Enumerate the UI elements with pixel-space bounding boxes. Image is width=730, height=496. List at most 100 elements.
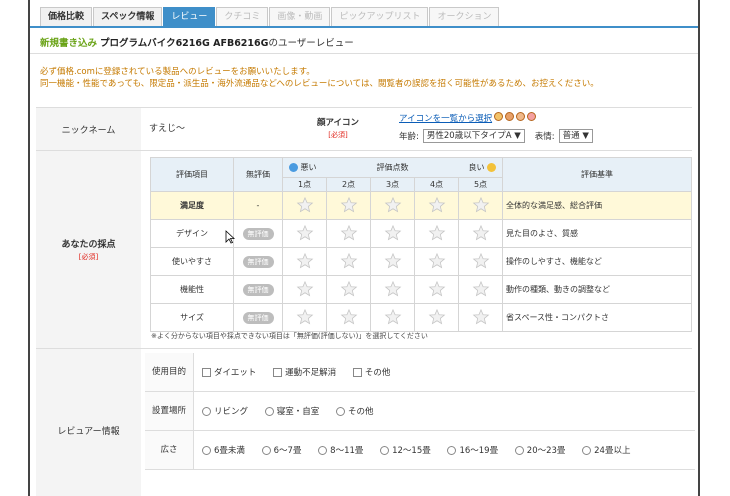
star-icon[interactable] [472, 308, 490, 326]
tab-media[interactable]: 画像・動画 [269, 7, 331, 26]
star-icon[interactable] [428, 196, 446, 214]
radio[interactable] [264, 407, 274, 416]
star-slot[interactable] [282, 275, 327, 304]
star-icon[interactable] [340, 196, 358, 214]
star-icon[interactable] [428, 280, 446, 298]
tab-spec[interactable]: スペック情報 [93, 7, 163, 26]
no-rating-button[interactable]: 無評価 [242, 311, 274, 324]
col-2: 2点 [326, 177, 371, 192]
star-slot[interactable] [458, 247, 503, 276]
star-slot[interactable] [370, 247, 415, 276]
star-slot[interactable] [414, 275, 459, 304]
radio[interactable] [514, 446, 524, 455]
option-size[interactable]: 20〜23畳 [514, 444, 565, 456]
col-3: 3点 [370, 177, 415, 192]
star-slot[interactable] [326, 191, 371, 220]
age-select[interactable]: 男性20歳以下タイプA ▼ [422, 129, 525, 143]
star-icon[interactable] [296, 224, 314, 242]
star-icon[interactable] [340, 252, 358, 270]
no-rating-button[interactable]: 無評価 [242, 283, 274, 296]
option-exercise[interactable]: 運動不足解消 [273, 366, 336, 378]
reviewer-label: レビュアー情報 [36, 349, 141, 496]
select-icon-link[interactable]: アイコンを一覧から選択 [399, 112, 492, 124]
star-slot[interactable] [326, 247, 371, 276]
checkbox[interactable] [202, 368, 211, 377]
star-icon[interactable] [472, 196, 490, 214]
checkbox[interactable] [273, 368, 283, 377]
star-icon[interactable] [384, 280, 402, 298]
star-icon[interactable] [296, 308, 314, 326]
tab-kuchikomi[interactable]: クチコミ [216, 7, 269, 26]
star-icon[interactable] [340, 224, 358, 242]
radio[interactable] [261, 446, 271, 455]
star-icon[interactable] [296, 196, 314, 214]
radio[interactable] [335, 407, 345, 416]
star-slot[interactable] [326, 303, 371, 332]
star-icon[interactable] [428, 224, 446, 242]
star-icon[interactable] [472, 280, 490, 298]
item-label: サイズ [150, 303, 234, 332]
tab-auction[interactable]: オークション [429, 7, 500, 26]
star-slot[interactable] [370, 303, 415, 332]
star-icon[interactable] [384, 252, 402, 270]
star-slot[interactable] [326, 219, 371, 248]
star-icon[interactable] [472, 252, 490, 270]
star-slot[interactable] [458, 191, 503, 220]
star-slot[interactable] [282, 219, 327, 248]
radio[interactable] [202, 407, 211, 416]
option-size[interactable]: 16〜19畳 [447, 444, 498, 456]
option-diet[interactable]: ダイエット [202, 366, 256, 378]
star-slot[interactable] [282, 191, 327, 220]
star-icon[interactable] [428, 252, 446, 270]
option-size[interactable]: 8〜11畳 [318, 444, 363, 456]
radio[interactable] [318, 446, 328, 455]
option-size[interactable]: 12〜15畳 [380, 444, 431, 456]
option-living[interactable]: リビング [202, 405, 248, 417]
radio[interactable] [380, 446, 390, 455]
star-icon[interactable] [340, 280, 358, 298]
face-icon[interactable] [516, 112, 525, 121]
star-slot[interactable] [370, 219, 415, 248]
star-icon[interactable] [384, 308, 402, 326]
radio[interactable] [582, 446, 592, 455]
star-slot[interactable] [282, 303, 327, 332]
face-icon[interactable] [505, 112, 514, 121]
checkbox[interactable] [352, 368, 362, 377]
star-slot[interactable] [458, 275, 503, 304]
option-size[interactable]: 6〜7畳 [261, 444, 301, 456]
star-icon[interactable] [384, 196, 402, 214]
star-slot[interactable] [370, 191, 415, 220]
tab-review[interactable]: レビュー [163, 7, 216, 26]
tab-price[interactable]: 価格比較 [40, 7, 93, 26]
expression-select[interactable]: 普通 ▼ [558, 129, 593, 143]
star-slot[interactable] [414, 219, 459, 248]
star-icon[interactable] [296, 252, 314, 270]
face-icon[interactable] [494, 112, 503, 121]
radio[interactable] [447, 446, 457, 455]
star-icon[interactable] [428, 308, 446, 326]
option-other[interactable]: その他 [335, 405, 373, 417]
radio[interactable] [202, 446, 211, 455]
option-other[interactable]: その他 [352, 366, 390, 378]
star-slot[interactable] [414, 303, 459, 332]
star-icon[interactable] [384, 224, 402, 242]
star-slot[interactable] [458, 219, 503, 248]
star-slot[interactable] [458, 303, 503, 332]
star-slot[interactable] [414, 247, 459, 276]
no-rating-button[interactable]: 無評価 [242, 227, 274, 240]
star-icon[interactable] [472, 224, 490, 242]
face-icon[interactable] [527, 112, 536, 121]
star-slot[interactable] [326, 275, 371, 304]
star-icon[interactable] [340, 308, 358, 326]
star-slot[interactable] [370, 275, 415, 304]
option-size[interactable]: 6畳未満 [202, 444, 245, 456]
col-criteria: 評価基準 [502, 157, 692, 192]
option-size[interactable]: 24畳以上 [582, 444, 630, 456]
star-slot[interactable] [414, 191, 459, 220]
no-rating-button[interactable]: 無評価 [242, 255, 274, 268]
option-bedroom[interactable]: 寝室・自室 [264, 405, 319, 417]
tab-pickup[interactable]: ピックアップリスト [331, 7, 429, 26]
score-row-function: 機能性 無評価 動作の種類、動きの調整など [150, 275, 692, 304]
star-slot[interactable] [282, 247, 327, 276]
star-icon[interactable] [296, 280, 314, 298]
